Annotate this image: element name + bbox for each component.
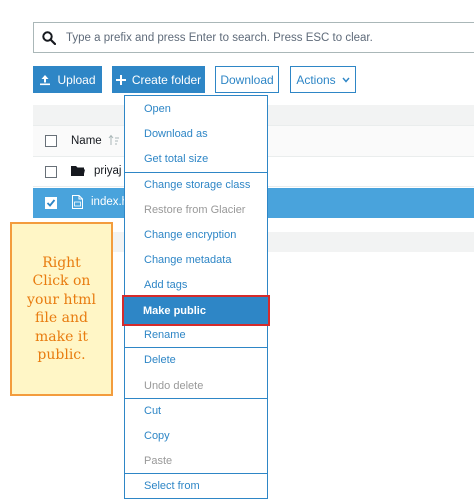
menu-item-get-total-size[interactable]: Get total size: [125, 148, 267, 170]
upload-icon: [39, 74, 51, 86]
download-label: Download: [220, 72, 274, 87]
download-button[interactable]: Download: [215, 66, 279, 93]
create-folder-button[interactable]: Create folder: [112, 66, 205, 93]
menu-divider: [125, 398, 267, 399]
row-checkbox[interactable]: [45, 166, 57, 178]
select-all-checkbox[interactable]: [45, 135, 57, 147]
search-icon: [42, 30, 57, 45]
chevron-down-icon: [342, 77, 350, 83]
menu-item-paste: Paste: [144, 455, 173, 467]
plus-icon: [115, 74, 126, 85]
menu-item-delete[interactable]: Delete: [125, 349, 267, 371]
sort-icon[interactable]: [108, 134, 120, 149]
menu-item-change-encryption[interactable]: Change encryption: [125, 224, 267, 246]
menu-item-open[interactable]: Open: [125, 98, 267, 120]
create-folder-label: Create folder: [131, 72, 202, 87]
context-menu: Open Download as Get total size Change s…: [122, 95, 270, 499]
menu-divider: [125, 172, 267, 173]
search-input[interactable]: Type a prefix and press Enter to search.…: [66, 32, 373, 44]
menu-item-select-from[interactable]: Select from: [125, 475, 267, 497]
menu-divider: [125, 347, 267, 348]
folder-icon: [71, 165, 85, 180]
menu-item-rename[interactable]: Rename: [125, 324, 267, 346]
row-name[interactable]: index.h: [91, 196, 128, 208]
row-name[interactable]: priyaj: [94, 165, 121, 177]
menu-item-add-tags[interactable]: Add tags: [125, 274, 267, 296]
menu-item-copy[interactable]: Copy: [125, 425, 267, 447]
menu-item-restore-from-glacier: Restore from Glacier: [144, 204, 246, 216]
menu-item-cut[interactable]: Cut: [125, 400, 267, 422]
actions-dropdown[interactable]: Actions: [290, 66, 356, 93]
annotation-text: Right Click on your html file and make i…: [27, 254, 96, 364]
upload-label: Upload: [57, 72, 96, 87]
actions-label: Actions: [296, 72, 336, 87]
upload-button[interactable]: Upload: [33, 66, 102, 93]
menu-item-download-as[interactable]: Download as: [125, 123, 267, 145]
menu-divider: [125, 473, 267, 474]
file-icon: [72, 195, 83, 212]
menu-item-make-public[interactable]: Make public: [122, 295, 270, 326]
menu-item-undo-delete: Undo delete: [144, 380, 204, 392]
name-column-header[interactable]: Name: [71, 135, 102, 147]
menu-item-change-metadata[interactable]: Change metadata: [125, 249, 267, 271]
row-checkbox-checked[interactable]: [45, 197, 57, 209]
annotation-callout: Right Click on your html file and make i…: [10, 222, 113, 396]
menu-item-change-storage-class[interactable]: Change storage class: [125, 174, 267, 196]
search-bar[interactable]: Type a prefix and press Enter to search.…: [33, 22, 474, 53]
